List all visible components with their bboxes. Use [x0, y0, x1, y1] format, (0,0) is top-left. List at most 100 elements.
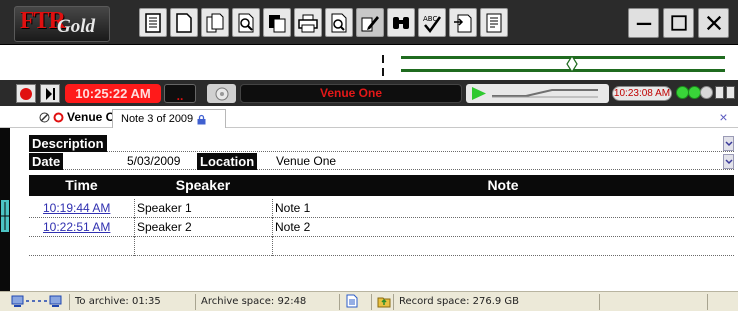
step-button[interactable]	[40, 84, 60, 103]
maximize-icon	[670, 15, 687, 31]
new-document-button[interactable]	[170, 8, 198, 37]
print-button[interactable]	[294, 8, 322, 37]
copy-document-icon	[206, 13, 224, 32]
note-time-link[interactable]: 10:19:44 AM	[29, 199, 135, 218]
note-speaker-cell[interactable]: Speaker 2	[135, 218, 273, 237]
close-icon	[706, 15, 721, 31]
position-marker-icon	[1, 202, 9, 230]
description-row: Description	[29, 135, 734, 152]
note-text-cell[interactable]: Note 2	[273, 218, 734, 237]
close-tab-icon[interactable]: ×	[716, 110, 731, 125]
edit-notes-button[interactable]	[356, 8, 384, 37]
connection-status	[6, 294, 70, 310]
print-preview-button[interactable]	[325, 8, 353, 37]
lock-icon	[197, 114, 206, 124]
meter-tick	[382, 68, 384, 76]
report-button[interactable]	[480, 8, 508, 37]
maximize-button[interactable]	[663, 8, 694, 38]
network-link-icon	[11, 295, 62, 307]
timeline-position-marker[interactable]	[1, 200, 9, 232]
playback-control[interactable]	[466, 84, 609, 103]
paste-icon	[269, 14, 286, 32]
panel-layout-icon[interactable]	[715, 86, 724, 99]
location-dropdown[interactable]	[723, 154, 734, 169]
recording-indicator: ..	[164, 84, 196, 103]
record-button[interactable]	[16, 84, 36, 103]
tab-note[interactable]: Note 3 of 2009	[112, 109, 227, 128]
folder-upload-icon	[377, 297, 391, 308]
status-bar-panel-end	[712, 294, 736, 310]
note-time-link[interactable]: 10:22:51 AM	[29, 218, 135, 237]
search-document-button[interactable]	[232, 8, 260, 37]
export-button[interactable]	[449, 8, 477, 37]
notes-table-header: Time Speaker Note	[29, 175, 734, 196]
minimize-icon	[636, 22, 651, 26]
empty-cell[interactable]	[273, 237, 734, 256]
play-slider-graphic	[472, 87, 598, 100]
edit-pen-icon	[361, 15, 379, 31]
search-document-icon	[238, 13, 254, 32]
table-row[interactable]: 10:22:51 AM Speaker 2 Note 2	[29, 218, 734, 237]
venue-name-display: Venue One	[240, 84, 462, 103]
meter-bar-left	[401, 56, 725, 59]
archive-space-status: Archive space: 92:48	[196, 294, 340, 310]
document-status	[340, 294, 372, 310]
panel-layout-icon[interactable]	[726, 86, 735, 99]
status-light-icon	[700, 86, 713, 99]
chevron-down-icon	[724, 140, 733, 146]
main-toolbar: FTR Gold ABC	[0, 0, 738, 45]
status-bar: To archive: 01:35 Archive space: 92:48 R…	[0, 291, 738, 311]
export-document-icon	[454, 14, 472, 32]
disc-button[interactable]	[207, 84, 236, 103]
description-label: Description	[29, 135, 107, 152]
empty-cell[interactable]	[29, 237, 135, 256]
meter-bar-right	[401, 69, 725, 72]
spellcheck-button[interactable]: ABC	[418, 8, 446, 37]
new-document-icon	[176, 12, 192, 33]
printer-icon	[298, 14, 318, 32]
record-status-icon	[53, 112, 64, 123]
transport-bar: 10:25:22 AM .. Venue One 10:23:08 AM	[0, 80, 738, 106]
audio-level-meter	[0, 46, 738, 79]
close-button[interactable]	[698, 8, 729, 38]
date-field[interactable]: 5/03/2009	[127, 154, 180, 169]
meter-tick	[382, 55, 384, 63]
table-row-empty[interactable]	[29, 237, 734, 256]
tab-note-label: Note 3 of 2009	[121, 112, 194, 125]
playback-time-display: 10:23:08 AM	[612, 86, 672, 101]
paste-button[interactable]	[263, 8, 291, 37]
disc-icon	[215, 87, 228, 100]
description-dropdown[interactable]	[723, 136, 734, 151]
notes-list-icon	[145, 12, 161, 33]
note-text-cell[interactable]: Note 1	[273, 199, 734, 218]
record-space-status: Record space: 276.9 GB	[394, 294, 600, 310]
spellcheck-icon: ABC	[423, 15, 442, 33]
copy-document-button[interactable]	[201, 8, 229, 37]
binoculars-icon	[393, 16, 409, 29]
column-header-time[interactable]: Time	[29, 175, 134, 196]
column-header-note[interactable]: Note	[272, 175, 734, 196]
ftr-gold-logo: FTR Gold	[14, 6, 110, 42]
status-bar-panel-empty	[600, 294, 708, 310]
meter-position-marker-icon[interactable]	[566, 56, 578, 72]
step-forward-icon	[46, 87, 55, 100]
print-preview-icon	[331, 13, 347, 32]
record-icon	[20, 87, 32, 100]
logo-sub-text: Gold	[57, 16, 95, 37]
minimize-button[interactable]	[628, 8, 659, 38]
note-speaker-cell[interactable]: Speaker 1	[135, 199, 273, 218]
location-field[interactable]: Venue One	[276, 154, 336, 169]
empty-cell[interactable]	[135, 237, 273, 256]
to-archive-status: To archive: 01:35	[70, 294, 196, 310]
chevron-down-icon	[724, 158, 733, 164]
date-label: Date	[29, 153, 64, 170]
notes-list-button[interactable]	[139, 8, 167, 37]
table-row[interactable]: 10:19:44 AM Speaker 1 Note 1	[29, 199, 734, 218]
report-icon	[486, 13, 502, 32]
find-button[interactable]	[387, 8, 415, 37]
document-icon	[346, 294, 358, 308]
archive-folder-status	[372, 294, 394, 310]
document-tabs: Venue One Note 3 of 2009 ×	[0, 107, 738, 128]
edit-pencil-icon	[39, 112, 50, 123]
column-header-speaker[interactable]: Speaker	[134, 175, 272, 196]
